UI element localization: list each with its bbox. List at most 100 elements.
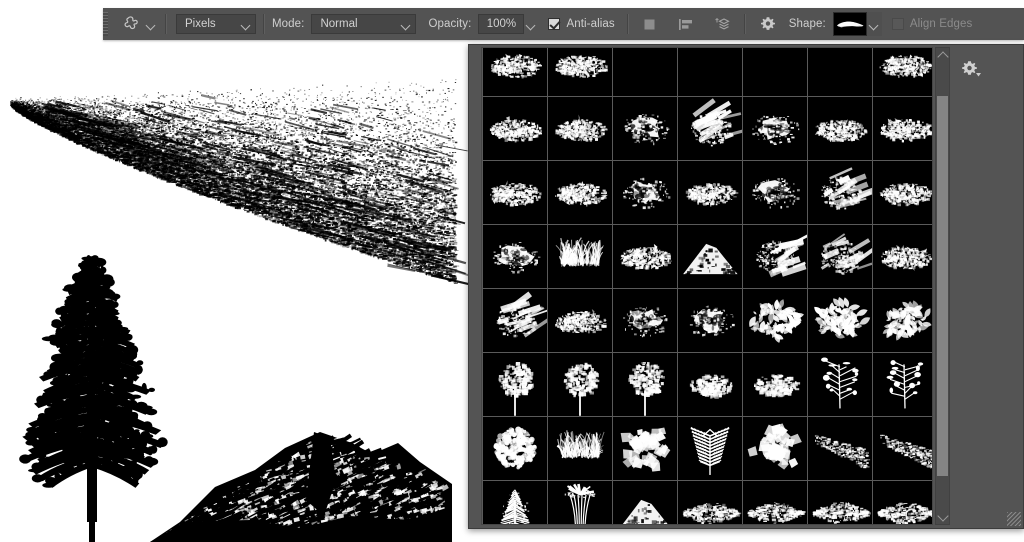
- shape-thumbnail[interactable]: [743, 481, 807, 524]
- shape-thumbnail[interactable]: [678, 225, 742, 288]
- shape-thumbnail[interactable]: [548, 289, 612, 352]
- shape-thumbnail[interactable]: [743, 417, 807, 480]
- shape-thumbnail[interactable]: [613, 353, 677, 416]
- chevron-down-icon[interactable]: [936, 509, 949, 524]
- scrollbar-thumb[interactable]: [937, 96, 948, 476]
- blend-mode-select[interactable]: Normal: [311, 14, 417, 34]
- rock-shape-swatch[interactable]: [832, 12, 867, 36]
- shape-thumbnail[interactable]: [483, 161, 547, 224]
- fern-46-icon: [690, 426, 730, 475]
- align-edges-checkbox[interactable]: [891, 18, 904, 30]
- shape-thumbnail[interactable]: [743, 225, 807, 288]
- anti-alias-checkbox[interactable]: [548, 18, 561, 30]
- shape-thumbnail[interactable]: [678, 417, 742, 480]
- shape-thumbnail[interactable]: [483, 97, 547, 160]
- shape-thumbnail[interactable]: [678, 97, 742, 160]
- bush-40-icon: [754, 374, 801, 398]
- rock-14-icon: [879, 118, 932, 143]
- path-arrangement-icon[interactable]: [711, 13, 733, 35]
- rock-edge-07-icon: [879, 54, 932, 78]
- shape-thumbnail[interactable]: [613, 97, 677, 160]
- opacity-label: Opacity:: [428, 18, 471, 30]
- divider: [743, 14, 746, 34]
- shape-thumbnail[interactable]: [483, 481, 547, 524]
- opacity-input[interactable]: 100%: [478, 14, 525, 34]
- shape-thumbnail[interactable]: [808, 353, 872, 416]
- shape-thumbnail[interactable]: [548, 353, 612, 416]
- shape-thumbnail[interactable]: [808, 225, 872, 288]
- shape-thumbnail[interactable]: [483, 289, 547, 352]
- cliff-26-icon: [756, 233, 807, 278]
- gear-icon[interactable]: [757, 13, 779, 35]
- rock-24-icon: [620, 243, 672, 270]
- shape-thumbnail[interactable]: [808, 481, 872, 524]
- shape-picker-toggle[interactable]: [866, 12, 882, 36]
- palm-51-icon: [564, 483, 596, 524]
- chevron-up-icon[interactable]: [936, 48, 949, 63]
- shape-thumbnail[interactable]: [808, 289, 872, 352]
- picker-settings-gear-icon[interactable]: [958, 57, 981, 79]
- shape-thumbnail[interactable]: [483, 417, 547, 480]
- shape-thumbnail[interactable]: [613, 161, 677, 224]
- shape-thumbnail[interactable]: [743, 353, 807, 416]
- mountain-silhouette: [150, 432, 452, 542]
- shape-thumbnail[interactable]: [743, 97, 807, 160]
- shape-list[interactable]: [481, 47, 933, 525]
- ridge-53-icon: [682, 503, 742, 524]
- shape-thumbnail[interactable]: [808, 48, 872, 96]
- shape-thumbnail[interactable]: [743, 289, 807, 352]
- shape-thumbnail[interactable]: [548, 161, 612, 224]
- shape-thumbnail[interactable]: [678, 289, 742, 352]
- shape-thumbnail[interactable]: [808, 161, 872, 224]
- opacity-stepper[interactable]: [524, 14, 540, 34]
- shape-thumbnail[interactable]: [548, 225, 612, 288]
- shape-thumbnail[interactable]: [678, 48, 742, 96]
- shape-thumbnail[interactable]: [873, 161, 932, 224]
- rock-29-icon: [496, 291, 547, 338]
- shape-list-scrollbar[interactable]: [935, 47, 950, 525]
- shape-thumbnail[interactable]: [873, 289, 932, 352]
- custom-shape-tool-icon[interactable]: [119, 12, 145, 36]
- shape-thumbnail[interactable]: [743, 161, 807, 224]
- shape-thumbnail[interactable]: [678, 353, 742, 416]
- shape-thumbnail[interactable]: [548, 48, 612, 96]
- path-operations-icon[interactable]: [639, 13, 661, 35]
- shape-thumbnail[interactable]: [678, 481, 742, 524]
- shape-thumbnail[interactable]: [808, 97, 872, 160]
- shape-thumbnail[interactable]: [548, 417, 612, 480]
- shape-thumbnail[interactable]: [873, 417, 932, 480]
- chevron-down-icon: [868, 18, 881, 31]
- options-bar-drag-handle[interactable]: [103, 8, 113, 40]
- shape-thumbnail[interactable]: [613, 289, 677, 352]
- divider: [263, 14, 265, 34]
- ridge-49-icon: [880, 434, 932, 469]
- shape-thumbnail[interactable]: [483, 48, 547, 96]
- shape-thumbnail[interactable]: [613, 417, 677, 480]
- opacity-value: 100%: [487, 18, 516, 30]
- shape-thumbnail[interactable]: [873, 48, 932, 96]
- shape-thumbnail[interactable]: [613, 225, 677, 288]
- shape-thumbnail[interactable]: [548, 481, 612, 524]
- shape-thumbnail[interactable]: [678, 161, 742, 224]
- resize-grip-icon[interactable]: [1007, 512, 1021, 526]
- tool-preset-chevron-down-icon[interactable]: [145, 18, 158, 31]
- shape-thumbnail[interactable]: [873, 225, 932, 288]
- shape-thumbnail[interactable]: [873, 97, 932, 160]
- shape-thumbnail[interactable]: [483, 353, 547, 416]
- path-alignment-icon[interactable]: [675, 13, 697, 35]
- shape-thumbnail[interactable]: [743, 48, 807, 96]
- shape-thumbnail[interactable]: [808, 417, 872, 480]
- shape-mode-select[interactable]: Pixels: [176, 14, 256, 34]
- pine-50-icon: [500, 489, 530, 524]
- shape-thumbnail[interactable]: [873, 481, 932, 524]
- blend-mode-label: Mode:: [272, 18, 304, 30]
- shape-label: Shape:: [789, 18, 826, 30]
- shape-thumbnail[interactable]: [483, 225, 547, 288]
- shape-thumbnail[interactable]: [873, 353, 932, 416]
- rock-21-icon: [879, 183, 932, 207]
- tree-39-icon: [689, 374, 733, 399]
- shape-thumbnail[interactable]: [548, 97, 612, 160]
- shape-thumbnail[interactable]: [613, 481, 677, 524]
- shape-thumbnail[interactable]: [613, 48, 677, 96]
- tree-36-icon: [498, 362, 534, 416]
